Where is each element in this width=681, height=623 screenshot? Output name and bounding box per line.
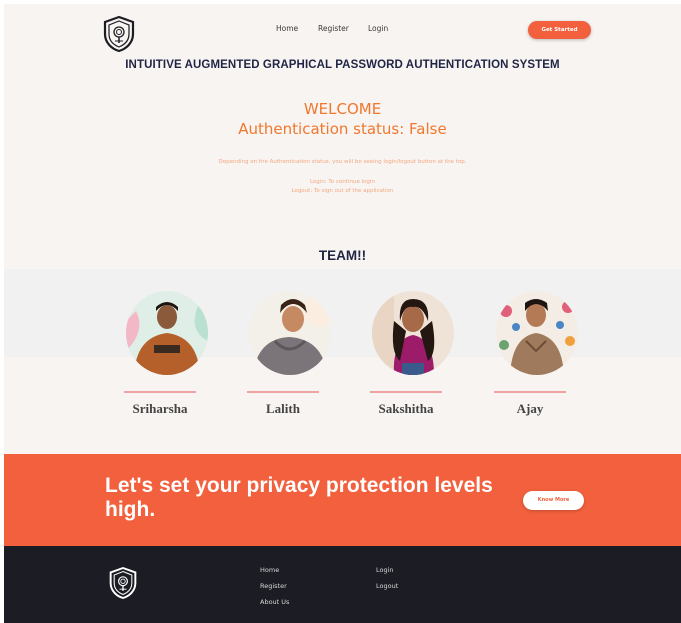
page: Home Register Login Get Started INTUITIV… bbox=[4, 4, 681, 623]
footer-register-link[interactable]: Register bbox=[260, 582, 287, 590]
member-name: Lalith bbox=[266, 401, 300, 416]
member-photo bbox=[249, 291, 331, 375]
footer-about-link[interactable]: About Us bbox=[260, 598, 289, 606]
nav-register-link[interactable]: Register bbox=[318, 24, 349, 33]
footer-login-link[interactable]: Login bbox=[376, 566, 394, 574]
member-photo bbox=[496, 291, 578, 375]
nav-login-link[interactable]: Login bbox=[368, 24, 388, 33]
logout-hint: Logout: To sign out of the application bbox=[291, 188, 394, 194]
team-band bbox=[4, 269, 681, 357]
site-title: INTUITIVE AUGMENTED GRAPHICAL PASSWORD A… bbox=[125, 59, 560, 71]
banner-headline: Let's set your privacy protection levels… bbox=[105, 474, 493, 521]
member-name: Ajay bbox=[516, 401, 544, 416]
divider bbox=[494, 391, 566, 393]
team-heading: TEAM!! bbox=[318, 248, 367, 263]
get-started-button[interactable]: Get Started bbox=[528, 21, 591, 39]
auth-status: Authentication status: False bbox=[238, 120, 447, 138]
nav-home-link[interactable]: Home bbox=[276, 24, 298, 33]
member-photo bbox=[372, 291, 454, 375]
shield-fingerprint-icon bbox=[108, 566, 138, 600]
divider bbox=[247, 391, 319, 393]
divider bbox=[370, 391, 442, 393]
know-more-button[interactable]: Know More bbox=[523, 491, 584, 510]
member-name: Sriharsha bbox=[132, 401, 188, 416]
footer-logout-link[interactable]: Logout bbox=[376, 582, 398, 590]
footer bbox=[4, 546, 681, 623]
auth-info-text: Depending on the Authentication status, … bbox=[218, 159, 467, 165]
member-photo bbox=[126, 291, 208, 375]
member-name: Sakshitha bbox=[378, 401, 434, 416]
login-hint: Login: To continue login bbox=[309, 179, 376, 185]
welcome-heading: WELCOME bbox=[303, 100, 382, 118]
footer-home-link[interactable]: Home bbox=[260, 566, 279, 574]
divider bbox=[124, 391, 196, 393]
